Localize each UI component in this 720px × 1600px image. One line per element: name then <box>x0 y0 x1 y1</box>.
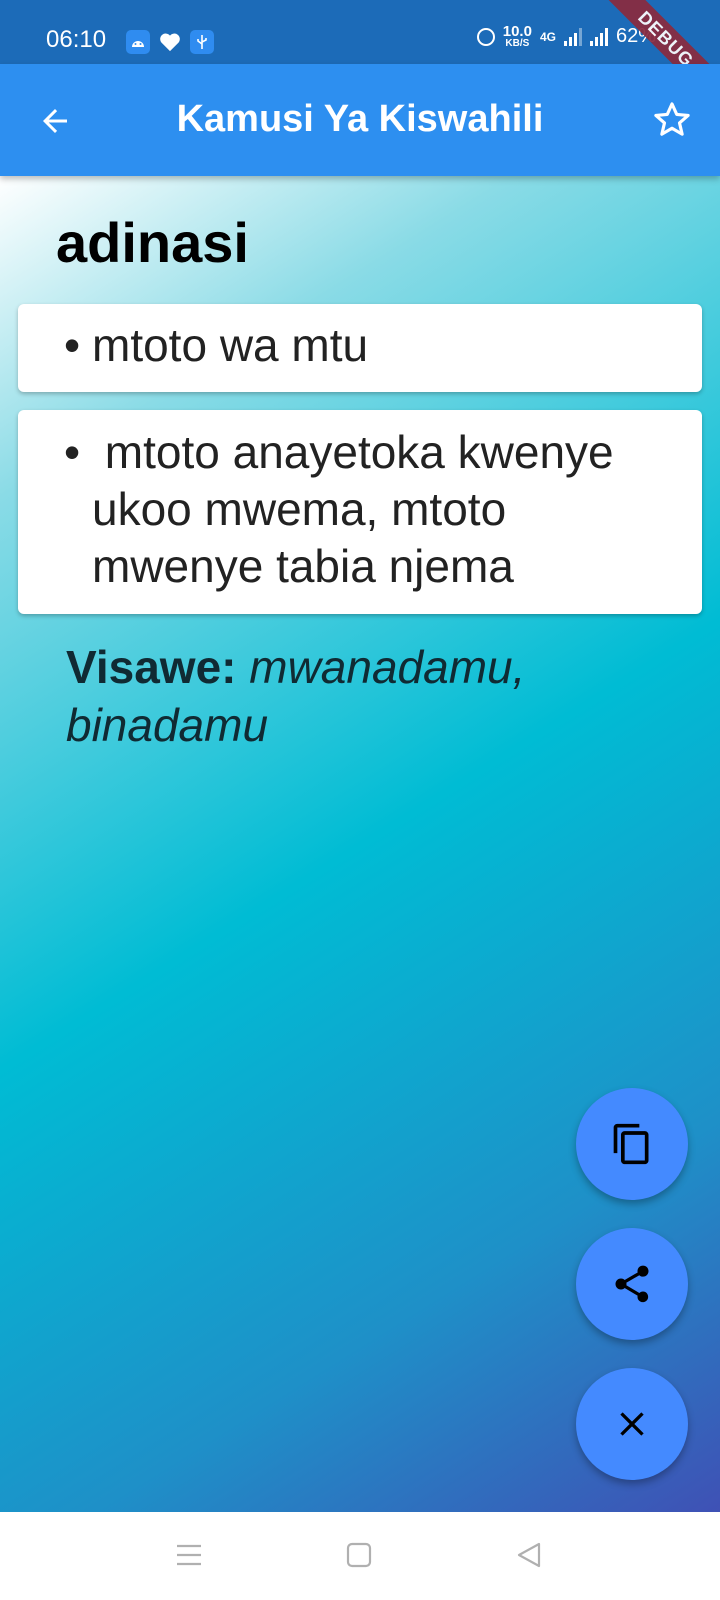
alarm-icon <box>476 27 495 46</box>
synonyms: Visawe: mwanadamu, binadamu <box>66 638 666 754</box>
home-icon <box>346 1542 372 1568</box>
system-back-button[interactable] <box>512 1538 546 1572</box>
definition-text: mtoto wa mtu <box>92 319 369 371</box>
share-icon <box>615 1265 649 1303</box>
status-bar: 06:10 10.0 KB/S 4G 62% <box>0 0 720 64</box>
definition-card: • mtoto anayetoka kwenye ukoo mwema, mto… <box>18 410 702 614</box>
app-bar: Kamusi Ya Kiswahili <box>0 64 720 176</box>
synonyms-label: Visawe: <box>66 641 237 693</box>
favorite-button[interactable] <box>648 96 696 144</box>
definition-row: • mtoto wa mtu <box>18 304 702 374</box>
entry-word: adinasi <box>56 211 249 274</box>
speed-unit: KB/S <box>505 38 530 49</box>
close-button[interactable] <box>576 1368 688 1480</box>
copy-icon <box>613 1123 649 1165</box>
star-outline-icon <box>654 102 690 136</box>
network-type: 4G <box>539 29 556 44</box>
system-nav-bar <box>0 1512 720 1600</box>
entry-content: adinasi • mtoto wa mtu • mtoto anayetoka… <box>0 176 720 1512</box>
signal-icon <box>563 27 582 46</box>
definition-card: • mtoto wa mtu <box>18 304 702 392</box>
definition-row: • mtoto anayetoka kwenye ukoo mwema, mto… <box>18 410 702 595</box>
signal-icon-2 <box>589 27 608 46</box>
share-button[interactable] <box>576 1228 688 1340</box>
network-speed: 10.0 KB/S <box>503 24 532 49</box>
android-icon <box>126 30 150 54</box>
speed-value: 10.0 <box>502 23 532 40</box>
page-title: Kamusi Ya Kiswahili <box>176 98 544 140</box>
notification-icons <box>126 30 214 54</box>
status-time: 06:10 <box>46 26 107 53</box>
bullet: • <box>64 319 81 371</box>
home-button[interactable] <box>342 1538 376 1572</box>
copy-button[interactable] <box>576 1088 688 1200</box>
heart-icon <box>158 30 182 54</box>
definition-text: mtoto anayetoka kwenye ukoo mwema, mtoto… <box>92 426 627 592</box>
back-triangle-icon <box>517 1542 541 1568</box>
recent-apps-button[interactable] <box>172 1538 206 1572</box>
close-icon <box>620 1412 644 1436</box>
usb-icon <box>190 30 214 54</box>
menu-icon <box>177 1544 201 1566</box>
bullet: • <box>64 426 81 478</box>
status-indicators: 10.0 KB/S 4G 62% <box>476 24 656 49</box>
